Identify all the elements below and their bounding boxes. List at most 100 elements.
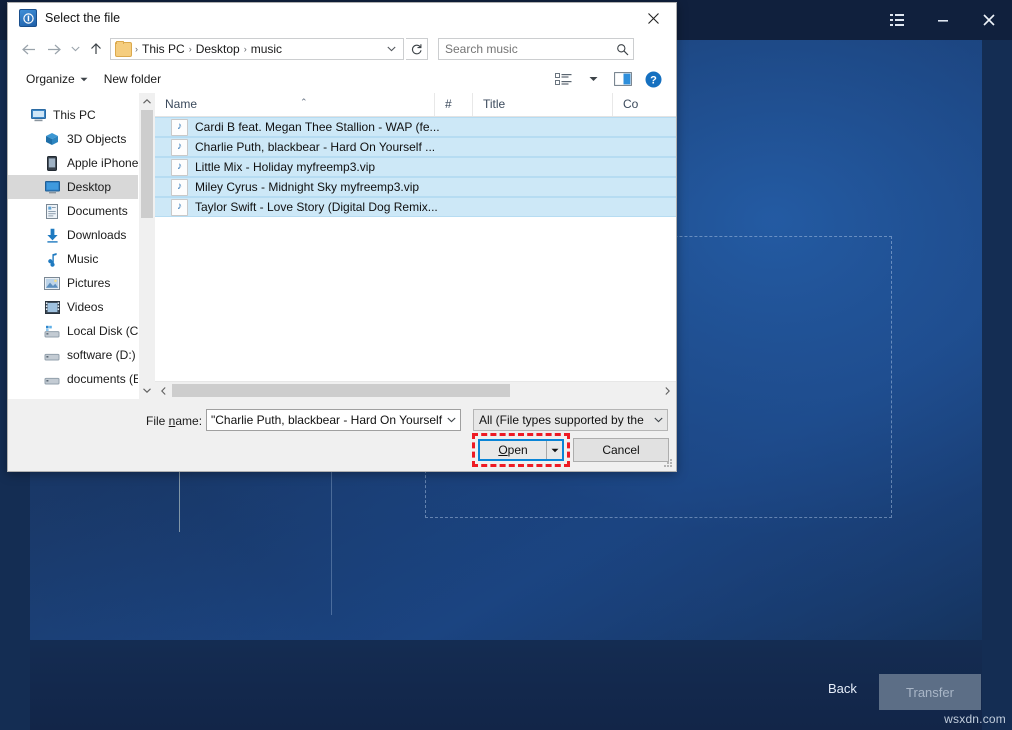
- organize-label: Organize: [26, 72, 75, 86]
- dialog-toolbar: Organize New folder: [8, 65, 676, 94]
- nav-up-icon[interactable]: [84, 37, 108, 61]
- drive-icon: [44, 347, 60, 363]
- file-type-select[interactable]: All (File types supported by the: [473, 409, 668, 431]
- close-icon[interactable]: [966, 0, 1012, 40]
- scroll-right-arrow-icon[interactable]: [659, 382, 676, 399]
- music-file-icon: ♪: [171, 159, 188, 176]
- dialog-titlebar: Select the file: [8, 3, 676, 33]
- column-header-name[interactable]: Name ⌃: [155, 93, 435, 116]
- sidebar-item-this-pc[interactable]: This PC: [8, 103, 155, 127]
- table-row[interactable]: ♪ Cardi B feat. Megan Thee Stallion - WA…: [155, 117, 676, 137]
- minimize-icon[interactable]: [920, 0, 966, 40]
- music-file-icon: ♪: [171, 179, 188, 196]
- sidebar-item-apple-iphone[interactable]: Apple iPhone: [8, 151, 155, 175]
- sidebar-label: Local Disk (C:): [67, 324, 146, 338]
- file-name: Little Mix - Holiday myfreemp3.vip: [195, 160, 375, 174]
- preview-pane-icon[interactable]: [610, 68, 636, 90]
- file-name-label-pre: File: [146, 414, 169, 428]
- resize-grip[interactable]: [662, 457, 673, 468]
- sidebar-item-3d-objects[interactable]: 3D Objects: [8, 127, 155, 151]
- horizontal-scrollbar-track[interactable]: [172, 382, 659, 399]
- app-icon: [19, 9, 37, 27]
- dialog-close-icon[interactable]: [630, 3, 676, 33]
- svg-text:?: ?: [650, 74, 657, 86]
- desktop-icon: [44, 179, 60, 195]
- table-row[interactable]: ♪ Little Mix - Holiday myfreemp3.vip: [155, 157, 676, 177]
- sidebar-item-downloads[interactable]: Downloads: [8, 223, 155, 247]
- sidebar-item-desktop[interactable]: Desktop: [8, 175, 155, 199]
- sidebar-item-local-disk-c[interactable]: Local Disk (C:): [8, 319, 155, 343]
- this-pc-icon: [30, 107, 46, 123]
- sidebar-item-documents-e[interactable]: documents (E:): [8, 367, 155, 391]
- chevron-down-icon[interactable]: [382, 44, 401, 54]
- open-button[interactable]: Open: [478, 439, 564, 461]
- chevron-down-icon[interactable]: [580, 68, 606, 90]
- music-file-icon: ♪: [171, 119, 188, 136]
- open-button-highlight: Open: [472, 433, 570, 467]
- column-header-track-number[interactable]: #: [435, 93, 473, 116]
- open-label-accel: O: [498, 443, 507, 457]
- sidebar-item-pictures[interactable]: Pictures: [8, 271, 155, 295]
- breadcrumb[interactable]: › This PC › Desktop › music: [110, 38, 404, 60]
- view-options-icon[interactable]: [550, 68, 576, 90]
- transfer-button[interactable]: Transfer: [879, 674, 981, 710]
- file-name-value[interactable]: "Charlie Puth, blackbear - Hard On Yours…: [207, 413, 443, 427]
- open-button-label: Open: [480, 443, 546, 457]
- search-input[interactable]: [439, 41, 611, 57]
- sidebar-item-documents[interactable]: Documents: [8, 199, 155, 223]
- breadcrumb-item-this-pc[interactable]: This PC: [139, 42, 188, 56]
- organize-button[interactable]: Organize: [18, 68, 96, 90]
- background-window-controls: [874, 0, 1012, 40]
- scroll-down-arrow-icon[interactable]: [139, 382, 155, 399]
- table-row[interactable]: ♪ Miley Cyrus - Midnight Sky myfreemp3.v…: [155, 177, 676, 197]
- music-note-icon: [44, 251, 60, 267]
- chevron-down-icon[interactable]: [443, 417, 460, 423]
- help-icon[interactable]: ?: [640, 68, 666, 90]
- menu-icon[interactable]: [874, 0, 920, 40]
- sidebar-label: Videos: [67, 300, 103, 314]
- toolbar-right-group: ?: [550, 68, 666, 90]
- chevron-down-icon: [80, 75, 88, 84]
- sidebar-item-software-d[interactable]: software (D:): [8, 343, 155, 367]
- file-name-label: File name:: [146, 414, 202, 428]
- column-header-title[interactable]: Title: [473, 93, 613, 116]
- refresh-icon[interactable]: [406, 38, 428, 60]
- horizontal-scrollbar-thumb[interactable]: [172, 384, 510, 397]
- open-dropdown-icon[interactable]: [546, 441, 562, 459]
- search-box[interactable]: [438, 38, 634, 60]
- drive-icon: [44, 371, 60, 387]
- scroll-up-arrow-icon[interactable]: [139, 93, 155, 110]
- sidebar-item-music[interactable]: Music: [8, 247, 155, 271]
- music-file-icon: ♪: [171, 199, 188, 216]
- breadcrumb-item-music[interactable]: music: [248, 42, 285, 56]
- dialog-title: Select the file: [45, 11, 120, 25]
- new-folder-button[interactable]: New folder: [96, 68, 169, 90]
- sidebar-label: Documents: [67, 204, 128, 218]
- sidebar-scrollbar-thumb[interactable]: [141, 110, 153, 218]
- sidebar-label: Downloads: [67, 228, 126, 242]
- back-button[interactable]: Back: [828, 681, 857, 696]
- file-name-input[interactable]: "Charlie Puth, blackbear - Hard On Yours…: [206, 409, 461, 431]
- scroll-left-arrow-icon[interactable]: [155, 382, 172, 399]
- file-list: Name ⌃ # Title Co ♪ Cardi B feat. Megan …: [155, 93, 676, 399]
- search-icon[interactable]: [611, 43, 633, 56]
- open-label-post: pen: [508, 443, 528, 457]
- sidebar-scrollbar[interactable]: [138, 93, 155, 399]
- table-row[interactable]: ♪ Taylor Swift - Love Story (Digital Dog…: [155, 197, 676, 217]
- decorative-line-left: [179, 470, 180, 532]
- file-name-label-post: ame:: [175, 414, 202, 428]
- file-name: Taylor Swift - Love Story (Digital Dog R…: [195, 200, 438, 214]
- pictures-icon: [44, 275, 60, 291]
- table-row[interactable]: ♪ Charlie Puth, blackbear - Hard On Your…: [155, 137, 676, 157]
- nav-back-icon[interactable]: [16, 37, 40, 61]
- nav-recent-locations-icon[interactable]: [68, 37, 82, 61]
- sidebar-item-videos[interactable]: Videos: [8, 295, 155, 319]
- file-name: Miley Cyrus - Midnight Sky myfreemp3.vip: [195, 180, 419, 194]
- horizontal-scrollbar[interactable]: [155, 381, 676, 399]
- column-header-contributing[interactable]: Co: [613, 93, 673, 116]
- cancel-button[interactable]: Cancel: [573, 438, 669, 462]
- chevron-down-icon[interactable]: [650, 417, 667, 423]
- breadcrumb-item-desktop[interactable]: Desktop: [193, 42, 243, 56]
- nav-forward-icon[interactable]: [42, 37, 66, 61]
- sidebar-label: Music: [67, 252, 98, 266]
